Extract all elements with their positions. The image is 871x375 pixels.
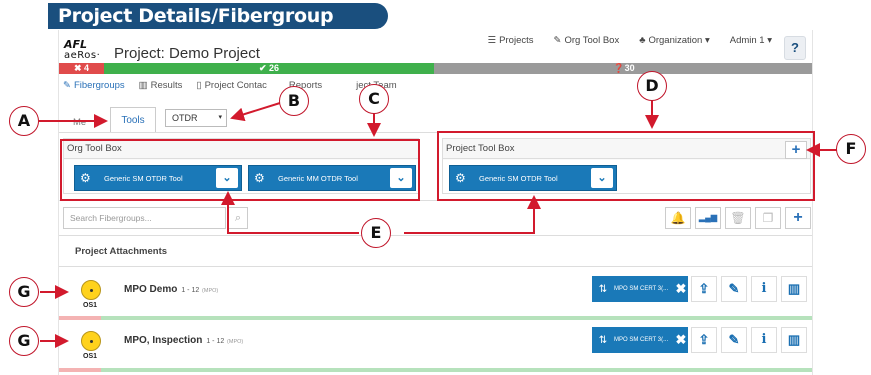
chevron-down-icon: ▾ [218,114,222,121]
tab-project-contacts[interactable]: ▯ Project Contac [196,80,267,91]
fibergroup-name-text: MPO, Inspection [124,335,203,346]
callout-g: G [9,277,39,307]
contacts-icon: ▯ [196,80,202,91]
nav-org-toolbox[interactable]: ✎ Org Tool Box [554,35,620,46]
nav-user-label: Admin 1 ▾ [729,35,772,46]
fibergroup-range: 1 - 12 [206,338,225,345]
project-status-bar: ✖ 4 ✔ 26 ❓30 [59,63,812,74]
tool-type-select[interactable]: OTDR ▾ [165,109,227,127]
fibergroup-range: 1 - 12 [181,287,200,294]
fiber-type-label: OS1 [83,353,98,360]
fibergroup-connector: (MPO) [202,288,219,294]
project-attachments-title: Project Attachments [75,246,168,257]
afl-aeros-logo[interactable]: AFL aeRos· [64,39,104,61]
fibergroup-row[interactable]: OS1 MPO Demo 1 - 12 (MPO) ⇅ MPO SM CERT 3(… [59,272,812,317]
org-icon: ♣ [639,35,646,46]
screen-title-banner: Project Details/Fibergroup screen [48,3,388,53]
upload-icon[interactable]: ⇪ [691,327,717,353]
fiber-type-os1-icon [81,331,101,351]
divider [59,266,812,267]
tool-badge-icon: ⇅ [598,334,608,346]
callout-c: C [359,84,389,114]
fibergroup-name[interactable]: MPO Demo 1 - 12 (MPO) [124,284,218,295]
status-pending-count[interactable]: ❓30 [434,63,812,74]
tab-fibergroups-label: Fibergroups [73,80,125,91]
list-icon: ☰ [487,35,497,46]
logo-afl-text: AFL [64,38,88,51]
callout-b: B [279,86,309,116]
fibergroup-row[interactable]: OS1 MPO, Inspection 1 - 12 (MPO) ⇅ MPO SM … [59,323,812,368]
trash-icon[interactable]: 🗑 [725,207,751,229]
page-title: Project: Demo Project [114,45,260,62]
nav-organization-dropdown[interactable]: ♣ Organization ▾ [639,35,710,46]
search-fibergroups-input[interactable]: Search Fibergroups... [63,207,226,229]
assigned-tool-badge[interactable]: ⇅ MPO SM CERT 3(... ✖ [592,276,688,302]
divider [59,235,812,236]
nav-org-toolbox-label: Org Tool Box [564,35,620,46]
callout-d: D [637,71,667,101]
callout-a: A [9,106,39,136]
fiber-type-label: OS1 [83,302,98,309]
info-icon[interactable]: i [751,327,777,353]
wrench-icon: ✎ [63,80,71,91]
help-button[interactable]: ? [784,36,806,60]
tab-project-contacts-label: Project Contac [204,80,267,91]
plus-icon[interactable]: + [785,207,811,229]
info-icon[interactable]: i [751,276,777,302]
logo-aeros-text: aeRos· [64,50,101,61]
pencil-icon[interactable]: ✎ [721,276,747,302]
tab-results[interactable]: ▥ Results [139,80,183,91]
project-tabs: ✎ Fibergroups ▥ Results ▯ Project Contac Re… [63,80,397,91]
status-fail-count[interactable]: ✖ 4 [59,63,104,74]
tool-type-select-value: OTDR [172,113,198,123]
wrench-icon: ✎ [553,35,562,46]
close-icon[interactable]: ✖ [674,332,688,348]
copy-icon[interactable]: ❐ [755,207,781,229]
chart-icon[interactable]: ▥ [781,276,807,302]
app-window: AFL aeRos· Project: Demo Project ☰ Projec… [58,30,813,375]
tab-fibergroups[interactable]: ✎ Fibergroups [63,80,125,91]
nav-user-dropdown[interactable]: Admin 1 ▾ [730,35,772,46]
project-toolbox-highlight [437,131,815,201]
bell-icon[interactable]: 🔔 [665,207,691,229]
fibergroup-name[interactable]: MPO, Inspection 1 - 12 (MPO) [124,335,243,346]
bar-chart-icon: ▥ [138,80,148,91]
assigned-tool-badge[interactable]: ⇅ MPO SM CERT 3(... ✖ [592,327,688,353]
fibergroup-connector: (MPO) [227,339,244,345]
callout-e: E [361,218,391,248]
upload-icon[interactable]: ⇪ [691,276,717,302]
org-toolbox-highlight [60,139,420,201]
nav-organization-label: Organization ▾ [648,35,710,46]
row-status-stripe [59,316,812,320]
close-icon[interactable]: ✖ [674,281,688,297]
tab-results-label: Results [150,80,183,91]
signal-bars-icon[interactable]: ▂▄▆ [695,207,721,229]
subtab-metadata[interactable]: Me [73,117,86,128]
assigned-tool-label: MPO SM CERT 3(... [614,337,669,343]
status-pass-count[interactable]: ✔ 26 [104,63,434,74]
assigned-tool-label: MPO SM CERT 3(... [614,286,669,292]
callout-g: G [9,326,39,356]
subtab-tools[interactable]: Tools [110,107,156,133]
search-icon[interactable]: ⌕ [228,207,248,229]
pencil-icon[interactable]: ✎ [721,327,747,353]
callout-f: F [836,134,866,164]
nav-projects-label: Projects [499,35,534,46]
row-status-stripe [59,368,812,372]
fibergroup-name-text: MPO Demo [124,284,178,295]
nav-projects[interactable]: ☰ Projects [488,35,534,46]
tool-badge-icon: ⇅ [598,283,608,295]
fiber-type-os1-icon [81,280,101,300]
top-navigation: ☰ Projects ✎ Org Tool Box ♣ Organization ▾ … [488,35,772,46]
chart-icon[interactable]: ▥ [781,327,807,353]
